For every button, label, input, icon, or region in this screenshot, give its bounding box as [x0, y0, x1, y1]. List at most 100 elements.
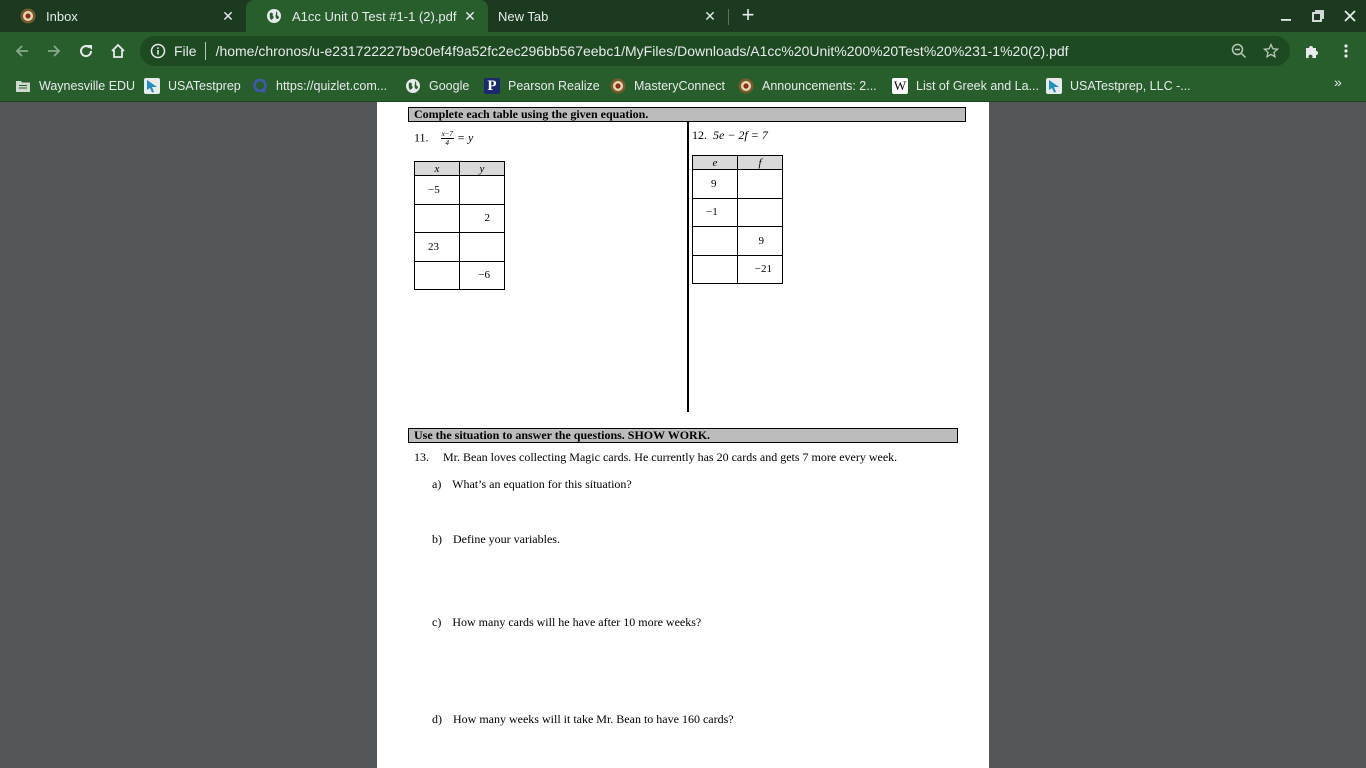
- bookmarks-bar: Waynesville EDU USATestprep https://quiz…: [0, 70, 1366, 102]
- home-button[interactable]: [106, 39, 130, 63]
- info-icon[interactable]: [150, 43, 166, 59]
- question-11-heading: 11. x−7 4 = y: [414, 130, 473, 147]
- globe-icon: [266, 8, 282, 24]
- close-tab-icon[interactable]: ✕: [702, 8, 718, 24]
- wikipedia-icon: W: [892, 78, 908, 94]
- question-13d: d) How many weeks will it take Mr. Bean …: [432, 712, 734, 727]
- tab-title: Inbox: [46, 8, 78, 24]
- pdf-viewer[interactable]: Complete each table using the given equa…: [0, 102, 1366, 768]
- tab-new-tab[interactable]: New Tab ✕: [488, 0, 728, 32]
- bookmark-label: Pearson Realize: [508, 79, 600, 93]
- globe-icon: [405, 78, 421, 94]
- table-cell: −1: [692, 197, 738, 227]
- part-text: How many weeks will it take Mr. Bean to …: [453, 712, 734, 726]
- part-label: a): [432, 477, 442, 491]
- table-header-row: e f: [692, 155, 783, 170]
- back-button[interactable]: [10, 39, 34, 63]
- question-number: 12.: [692, 128, 707, 142]
- pdf-page: Complete each table using the given equa…: [377, 102, 989, 768]
- bookmark-label: Waynesville EDU: [39, 79, 136, 93]
- close-tab-icon[interactable]: ✕: [220, 8, 236, 24]
- table-q11: x y −5 2 23 −6: [414, 161, 505, 290]
- bookmark-label: USATestprep: [168, 79, 241, 93]
- bookmark-label: MasteryConnect: [634, 79, 726, 93]
- url-text[interactable]: /home/chronos/u-e231722227b9c0ef4f9a52fc…: [216, 43, 1069, 59]
- table-row: 23: [414, 232, 505, 262]
- bookmark-label: Google: [429, 79, 470, 93]
- zoom-out-icon[interactable]: [1231, 43, 1247, 59]
- minimize-icon[interactable]: [1276, 6, 1296, 26]
- puzzle-piece-icon: [1306, 46, 1318, 58]
- url-separator: [204, 42, 206, 60]
- question-13b: b) Define your variables.: [432, 532, 560, 547]
- part-label: c): [432, 615, 442, 629]
- column-header-x: x: [414, 161, 460, 176]
- table-row: 9: [692, 169, 783, 199]
- fraction-denominator: 4: [445, 139, 449, 147]
- tab-pdf[interactable]: A1cc Unit 0 Test #1-1 (2).pdf ✕: [246, 0, 488, 32]
- question-13a: a) What’s an equation for this situation…: [432, 477, 632, 492]
- bookmark-google[interactable]: Google: [405, 76, 469, 96]
- question-number: 11.: [414, 130, 429, 145]
- tab-inbox[interactable]: Inbox ✕: [0, 0, 246, 32]
- question-12-heading: 12. 5e − 2f = 7: [692, 128, 768, 143]
- bookmarks-overflow-button[interactable]: »: [1334, 74, 1342, 90]
- table-cell: [737, 197, 783, 227]
- arrow-right-icon: [48, 45, 61, 57]
- restore-icon[interactable]: [1308, 6, 1328, 26]
- url-scheme-label: File: [174, 43, 197, 59]
- table-header-row: x y: [414, 161, 505, 176]
- new-tab-button[interactable]: +: [736, 4, 760, 28]
- bookmark-waynesville-edu[interactable]: Waynesville EDU: [15, 76, 135, 96]
- table-cell: [692, 226, 738, 256]
- pearson-icon: P: [484, 78, 500, 94]
- quizlet-icon: [252, 78, 268, 94]
- table-cell: [459, 175, 505, 205]
- star-icon[interactable]: [1262, 42, 1280, 59]
- table-cell: 2: [459, 203, 505, 233]
- kebab-menu-icon: [1344, 44, 1348, 58]
- table-row: −21: [692, 254, 783, 284]
- close-window-icon[interactable]: [1340, 6, 1360, 26]
- table-cell: [737, 169, 783, 199]
- school-seal-icon: [20, 8, 36, 24]
- part-label: b): [432, 532, 442, 546]
- extensions-button[interactable]: [1300, 39, 1324, 63]
- home-icon: [111, 43, 125, 58]
- question-number: 13.: [414, 450, 429, 464]
- bookmark-usatestprep[interactable]: USATestprep: [144, 76, 241, 96]
- equation: 5e − 2f = 7: [713, 128, 768, 142]
- close-tab-icon[interactable]: ✕: [462, 8, 478, 24]
- table-cell: −21: [737, 254, 783, 284]
- column-header-y: y: [459, 161, 505, 176]
- reload-button[interactable]: [74, 39, 98, 63]
- bookmark-quizlet[interactable]: https://quizlet.com...: [252, 76, 387, 96]
- bookmark-usatestprep-llc[interactable]: USATestprep, LLC -...: [1046, 76, 1191, 96]
- bookmark-greek-latin-list[interactable]: W List of Greek and La...: [892, 76, 1039, 96]
- bookmark-masteryconnect[interactable]: MasteryConnect: [610, 76, 725, 96]
- bookmark-label: Announcements: 2...: [762, 79, 877, 93]
- folder-icon: [15, 78, 31, 94]
- table-cell: 9: [737, 226, 783, 256]
- forward-button[interactable]: [42, 39, 66, 63]
- usatestprep-icon: [1046, 78, 1062, 94]
- bookmark-pearson-realize[interactable]: P Pearson Realize: [484, 76, 600, 96]
- bookmark-label: https://quizlet.com...: [276, 79, 388, 93]
- table-cell: [414, 203, 460, 233]
- table-cell: 23: [414, 232, 460, 262]
- equation-fraction: x−7 4: [440, 130, 454, 147]
- table-row: 2: [414, 203, 505, 233]
- arrow-left-icon: [15, 45, 28, 57]
- table-cell: [459, 232, 505, 262]
- column-divider: [687, 122, 689, 412]
- equation-rhs: = y: [456, 130, 474, 145]
- tab-title: New Tab: [498, 8, 549, 24]
- tab-title: A1cc Unit 0 Test #1-1 (2).pdf: [292, 8, 457, 24]
- question-13c: c) How many cards will he have after 10 …: [432, 615, 701, 630]
- table-row: −1: [692, 197, 783, 227]
- question-text: Mr. Bean loves collecting Magic cards. H…: [443, 450, 898, 464]
- address-bar[interactable]: File /home/chronos/u-e231722227b9c0ef4f9…: [140, 36, 1290, 66]
- bookmark-announcements[interactable]: Announcements: 2...: [738, 76, 877, 96]
- menu-button[interactable]: [1334, 39, 1358, 63]
- usatestprep-icon: [144, 78, 160, 94]
